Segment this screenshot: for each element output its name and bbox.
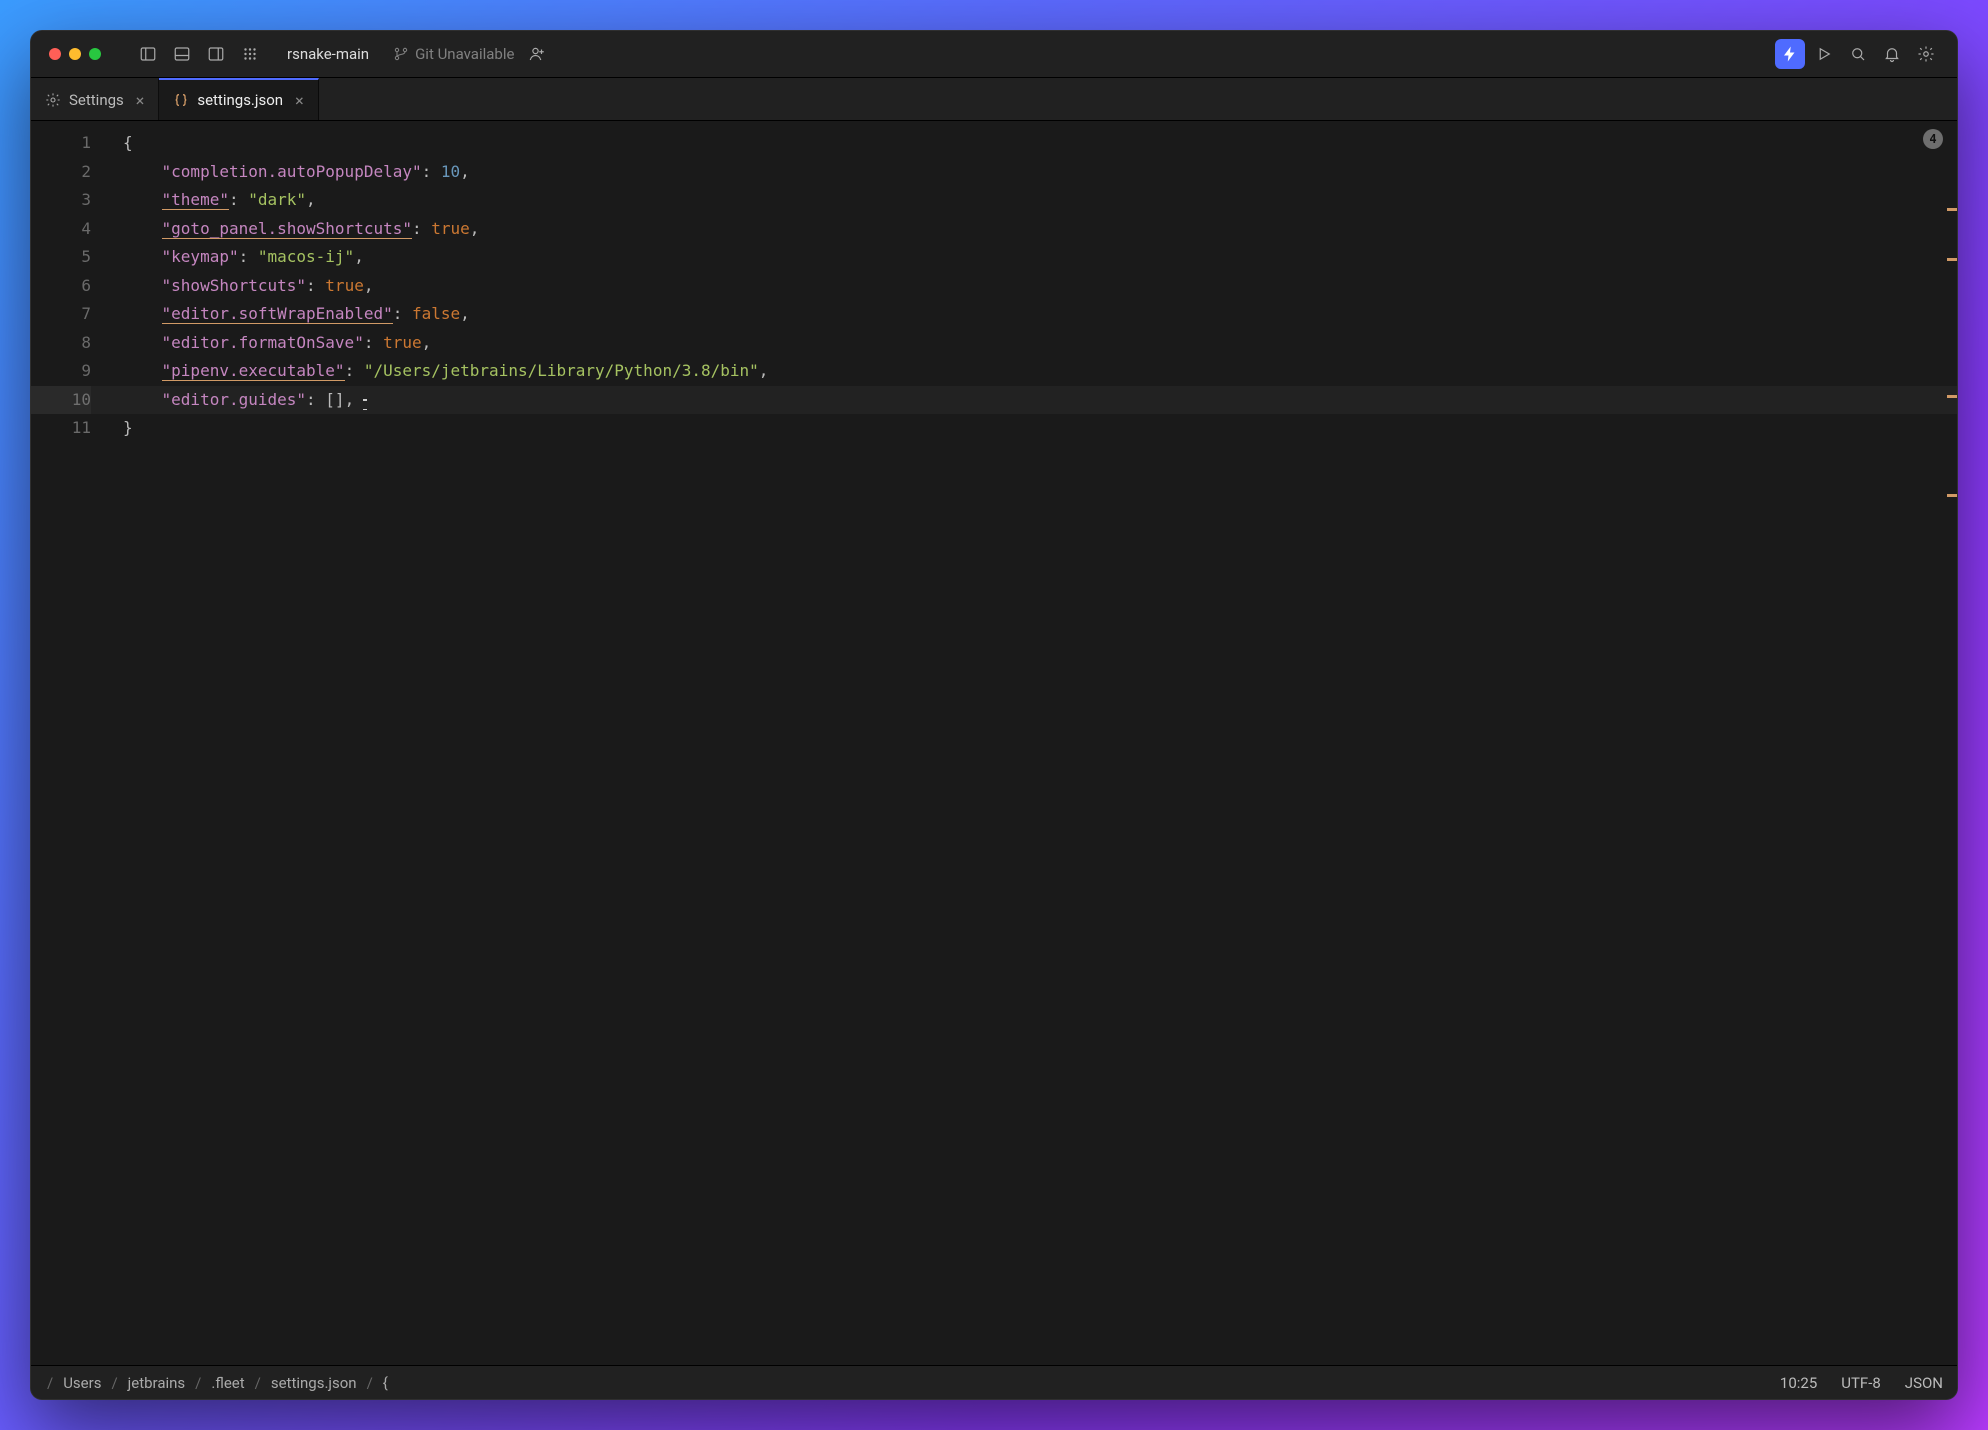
code-line[interactable]: "editor.formatOnSave": true, — [103, 329, 1957, 358]
git-status[interactable]: Git Unavailable — [393, 45, 514, 63]
code-line[interactable]: { — [103, 129, 1957, 158]
line-number: 4 — [31, 215, 91, 244]
breadcrumb-segment[interactable]: .fleet — [211, 1374, 244, 1392]
line-number: 9 — [31, 357, 91, 386]
panel-toggle-group — [133, 39, 265, 69]
panel-left-icon — [139, 45, 157, 63]
user-plus-icon — [528, 45, 546, 63]
code-line[interactable]: "editor.softWrapEnabled": false, — [103, 300, 1957, 329]
code-line[interactable]: "showShortcuts": true, — [103, 272, 1957, 301]
tab-settings-json[interactable]: settings.json × — [159, 78, 318, 120]
code-line[interactable]: "pipenv.executable": "/Users/jetbrains/L… — [103, 357, 1957, 386]
tab-settings[interactable]: Settings × — [31, 78, 159, 120]
maximize-window-button[interactable] — [89, 48, 101, 60]
breadcrumb-segment[interactable]: Users — [63, 1374, 101, 1392]
panel-bottom-icon — [173, 45, 191, 63]
titlebar: rsnake-main Git Unavailable — [31, 31, 1957, 78]
notifications-button[interactable] — [1877, 39, 1907, 69]
close-window-button[interactable] — [49, 48, 61, 60]
tab-label: settings.json — [197, 91, 283, 109]
line-number: 6 — [31, 272, 91, 301]
code-line[interactable]: } — [103, 414, 1957, 443]
file-language[interactable]: JSON — [1905, 1374, 1943, 1392]
code-line[interactable]: "editor.guides": [], — [103, 386, 1957, 415]
app-grid-button[interactable] — [235, 39, 265, 69]
line-number: 11 — [31, 414, 91, 443]
warning-marker[interactable] — [1947, 208, 1957, 211]
warning-marker[interactable] — [1947, 395, 1957, 398]
warning-marker[interactable] — [1947, 258, 1957, 261]
play-icon — [1815, 45, 1833, 63]
branch-icon — [393, 46, 409, 62]
bottom-panel-toggle[interactable] — [167, 39, 197, 69]
line-number: 3 — [31, 186, 91, 215]
left-panel-toggle[interactable] — [133, 39, 163, 69]
code-line[interactable]: "keymap": "macos-ij", — [103, 243, 1957, 272]
file-encoding[interactable]: UTF-8 — [1841, 1374, 1881, 1392]
breadcrumb-segment[interactable]: jetbrains — [128, 1374, 186, 1392]
run-button[interactable] — [1809, 39, 1839, 69]
search-button[interactable] — [1843, 39, 1873, 69]
smart-mode-button[interactable] — [1775, 39, 1805, 69]
titlebar-right-actions — [1775, 39, 1941, 69]
line-number: 8 — [31, 329, 91, 358]
gear-icon — [45, 92, 61, 108]
tab-label: Settings — [69, 91, 124, 109]
line-number: 2 — [31, 158, 91, 187]
line-number-gutter: 1234567891011 — [31, 121, 103, 1365]
app-window: rsnake-main Git Unavailable — [30, 30, 1958, 1400]
search-icon — [1849, 45, 1867, 63]
code-line[interactable]: "theme": "dark", — [103, 186, 1957, 215]
line-number: 5 — [31, 243, 91, 272]
close-icon[interactable]: × — [136, 91, 145, 110]
settings-button[interactable] — [1911, 39, 1941, 69]
code-area[interactable]: { "completion.autoPopupDelay": 10, "them… — [103, 121, 1957, 1365]
close-icon[interactable]: × — [295, 91, 304, 110]
bell-icon — [1883, 45, 1901, 63]
window-controls — [49, 48, 101, 60]
tab-bar: Settings × settings.json × — [31, 78, 1957, 121]
scrollbar-markers[interactable] — [1945, 121, 1957, 1365]
breadcrumb-segment[interactable]: { — [383, 1374, 388, 1392]
project-title[interactable]: rsnake-main — [287, 45, 369, 63]
line-number: 1 — [31, 129, 91, 158]
problems-badge[interactable]: 4 — [1923, 129, 1943, 149]
add-collaborator-button[interactable] — [522, 39, 552, 69]
minimize-window-button[interactable] — [69, 48, 81, 60]
code-line[interactable]: "completion.autoPopupDelay": 10, — [103, 158, 1957, 187]
warning-marker[interactable] — [1947, 494, 1957, 497]
code-line[interactable]: "goto_panel.showShortcuts": true, — [103, 215, 1957, 244]
cursor-position[interactable]: 10:25 — [1780, 1374, 1817, 1392]
breadcrumb-segment[interactable]: settings.json — [271, 1374, 357, 1392]
line-number: 7 — [31, 300, 91, 329]
braces-icon — [173, 92, 189, 108]
right-panel-toggle[interactable] — [201, 39, 231, 69]
editor[interactable]: 1234567891011 { "completion.autoPopupDel… — [31, 121, 1957, 1365]
panel-right-icon — [207, 45, 225, 63]
lightning-icon — [1781, 45, 1799, 63]
grid-icon — [241, 45, 259, 63]
status-bar: / Users / jetbrains / .fleet / settings.… — [31, 1365, 1957, 1399]
gear-icon — [1917, 45, 1935, 63]
git-status-label: Git Unavailable — [415, 45, 514, 63]
